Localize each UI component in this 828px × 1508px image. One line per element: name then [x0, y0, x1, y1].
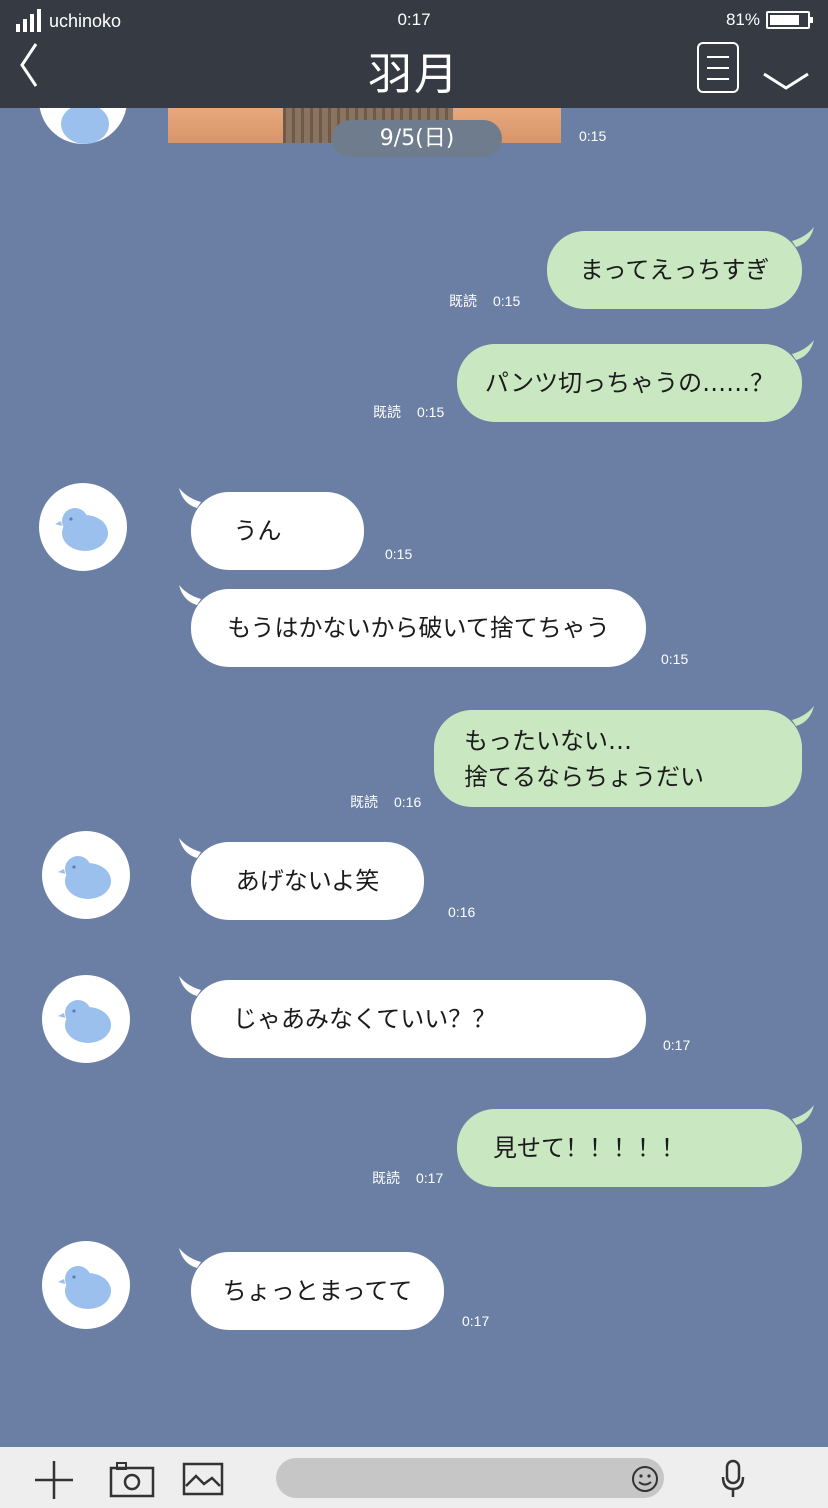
- chevron-down-icon[interactable]: [762, 68, 810, 94]
- chat-header: uchinoko 0:17 81% 羽月: [0, 0, 828, 108]
- outgoing-message[interactable]: もったいない… 捨てるならちょうだい: [434, 706, 814, 807]
- input-bar: [0, 1447, 828, 1508]
- message-time: 0:16: [394, 794, 422, 810]
- battery-icon: [766, 11, 813, 29]
- incoming-message[interactable]: あげないよ笑: [179, 838, 424, 920]
- message-meta: 既読 0:15: [373, 402, 444, 422]
- outgoing-message[interactable]: まってえっちすぎ: [547, 227, 814, 309]
- message-time: 0:15: [385, 546, 413, 562]
- message-text: ちょっとまってて: [222, 1277, 413, 1305]
- read-receipt: 既読: [449, 293, 477, 309]
- message-text: パンツ切っちゃうの……？: [484, 369, 775, 397]
- message-input[interactable]: [276, 1458, 664, 1498]
- bird-icon: [55, 508, 108, 551]
- image-icon[interactable]: [182, 1462, 224, 1496]
- message-time: 0:17: [416, 1170, 444, 1186]
- message-meta: 既読 0:16: [350, 792, 421, 812]
- outgoing-message[interactable]: パンツ切っちゃうの……？: [457, 340, 814, 422]
- avatar[interactable]: [39, 483, 127, 571]
- message-time: 0:15: [493, 293, 521, 309]
- bubble-tail: [792, 1105, 814, 1125]
- bubble-tail: [179, 488, 201, 508]
- bubble-tail: [179, 976, 201, 996]
- bird-icon: [58, 856, 111, 899]
- status-battery: 81%: [725, 10, 813, 30]
- incoming-message[interactable]: ちょっとまってて: [179, 1248, 444, 1330]
- bubble-tail: [179, 585, 201, 605]
- bird-icon: [58, 1000, 111, 1043]
- message-time: 0:15: [579, 128, 607, 144]
- plus-icon[interactable]: [33, 1459, 75, 1501]
- read-receipt: 既読: [373, 404, 401, 420]
- battery-percent: 81%: [725, 10, 760, 29]
- bubble-tail: [179, 1248, 201, 1268]
- smiley-icon[interactable]: [631, 1465, 659, 1493]
- incoming-message[interactable]: うん: [179, 488, 364, 570]
- message-text: 見せて！！！！！: [493, 1134, 685, 1162]
- status-time: 0:17: [397, 10, 431, 29]
- bubble-tail: [792, 706, 814, 726]
- message-time: 0:17: [663, 1037, 691, 1053]
- incoming-message[interactable]: じゃあみなくていい？？: [179, 976, 646, 1058]
- bubble-tail: [179, 838, 201, 858]
- outgoing-message[interactable]: 見せて！！！！！: [457, 1105, 814, 1187]
- read-receipt: 既読: [372, 1170, 400, 1186]
- message-text: うん: [233, 517, 282, 545]
- message-meta: 既読 0:17: [372, 1168, 443, 1188]
- menu-icon[interactable]: [697, 42, 739, 93]
- message-time: 0:16: [448, 904, 476, 920]
- camera-icon[interactable]: [109, 1460, 155, 1498]
- avatar[interactable]: [42, 831, 130, 919]
- bird-icon: [58, 1266, 111, 1309]
- bubble-tail: [792, 340, 814, 360]
- bubble-tail: [792, 227, 814, 247]
- date-separator: 9/5(日): [332, 120, 502, 157]
- message-text: じゃあみなくていい？？: [233, 1005, 497, 1033]
- message-time: 0:15: [661, 651, 689, 667]
- message-time: 0:17: [462, 1313, 490, 1329]
- avatar[interactable]: [42, 1241, 130, 1329]
- message-meta: 既読 0:15: [449, 291, 520, 311]
- avatar[interactable]: [42, 975, 130, 1063]
- message-text: まってえっちすぎ: [579, 256, 770, 284]
- microphone-icon[interactable]: [720, 1459, 746, 1499]
- message-text: あげないよ笑: [235, 867, 380, 895]
- message-time: 0:15: [417, 404, 445, 420]
- incoming-message[interactable]: もうはかないから破いて捨てちゃう: [179, 585, 646, 667]
- message-text: もったいない… 捨てるならちょうだい: [464, 726, 704, 791]
- message-text: もうはかないから破いて捨てちゃう: [227, 614, 610, 642]
- read-receipt: 既読: [350, 794, 378, 810]
